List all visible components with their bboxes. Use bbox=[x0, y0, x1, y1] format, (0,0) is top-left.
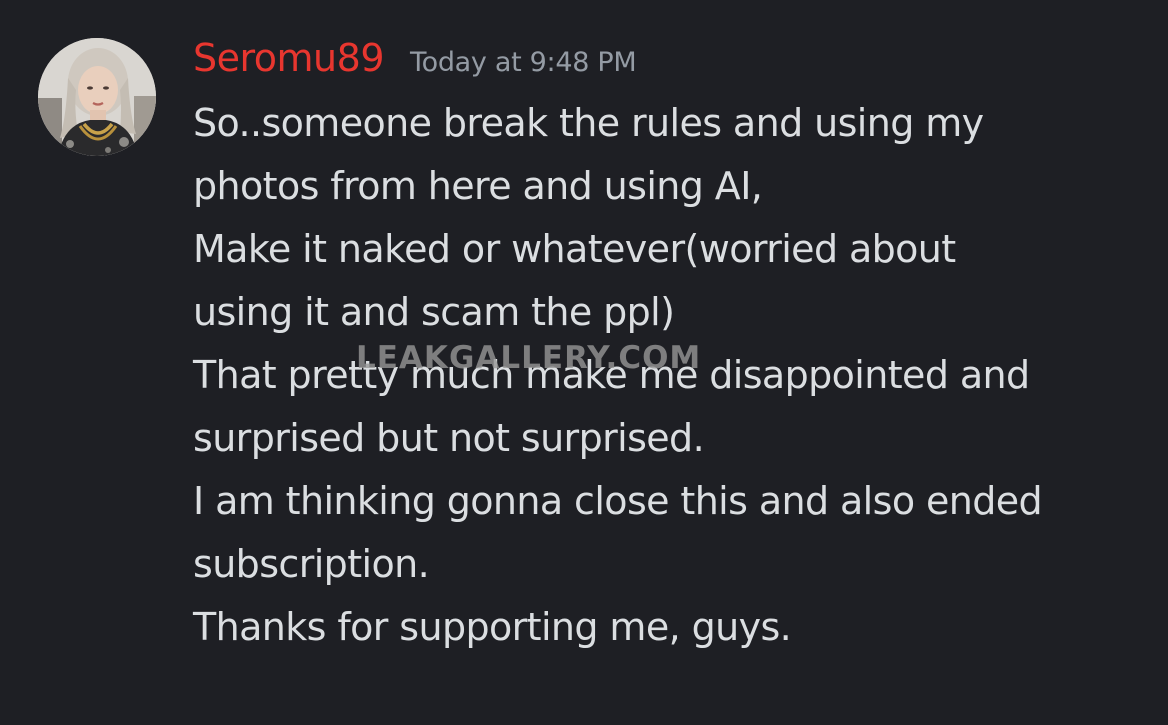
message-line: photos from here and using AI, bbox=[193, 164, 763, 208]
avatar-image bbox=[38, 38, 156, 156]
message-line: I am thinking gonna close this and also … bbox=[193, 479, 1043, 523]
message-line: So..someone break the rules and using my bbox=[193, 101, 984, 145]
message-line: Make it naked or whatever(worried about bbox=[193, 227, 956, 271]
timestamp[interactable]: Today at 9:48 PM bbox=[410, 47, 637, 78]
message-header: Seromu89 Today at 9:48 PM bbox=[193, 36, 637, 80]
message-line: surprised but not surprised. bbox=[193, 416, 705, 460]
username[interactable]: Seromu89 bbox=[193, 36, 385, 80]
watermark: LEAKGALLERY.COM bbox=[356, 340, 702, 376]
message-line: using it and scam the ppl) bbox=[193, 290, 675, 334]
avatar[interactable] bbox=[38, 38, 156, 156]
message-line: Thanks for supporting me, guys. bbox=[193, 605, 792, 649]
message-line: subscription. bbox=[193, 542, 430, 586]
chat-message: Seromu89 Today at 9:48 PM So..someone br… bbox=[0, 0, 1168, 725]
